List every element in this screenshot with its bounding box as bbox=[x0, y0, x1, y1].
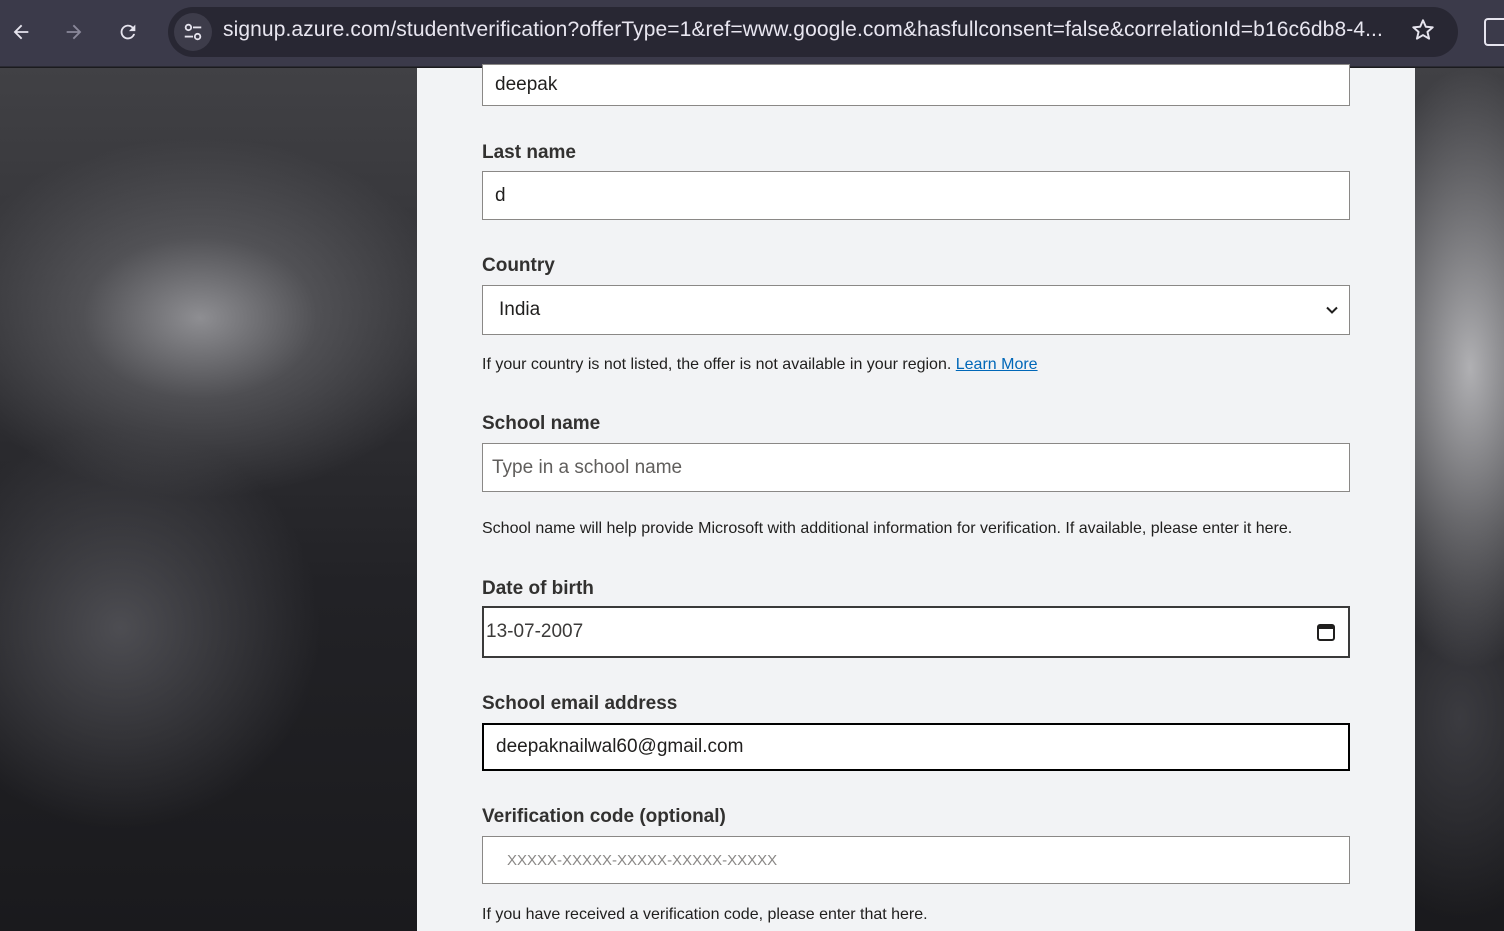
school-email-value: deepaknailwal60@gmail.com bbox=[496, 736, 744, 757]
tune-icon bbox=[184, 23, 202, 41]
star-icon bbox=[1412, 19, 1434, 40]
arrow-left-icon bbox=[13, 24, 29, 40]
school-email-input[interactable]: deepaknailwal60@gmail.com bbox=[482, 723, 1350, 771]
calendar-icon[interactable] bbox=[1316, 622, 1336, 642]
school-name-helper: School name will help provide Microsoft … bbox=[482, 520, 1293, 537]
school-name-input[interactable]: Type in a school name bbox=[482, 443, 1350, 492]
country-select[interactable]: India bbox=[482, 285, 1350, 335]
last-name-value: d bbox=[495, 184, 506, 206]
verification-code-label: Verification code (optional) bbox=[482, 806, 726, 827]
school-email-label: School email address bbox=[482, 693, 678, 714]
country-helper-text: If your country is not listed, the offer… bbox=[482, 356, 952, 373]
country-helper: If your country is not listed, the offer… bbox=[482, 356, 1038, 374]
forward-button[interactable] bbox=[56, 14, 92, 50]
reload-button[interactable] bbox=[110, 14, 146, 50]
last-name-label: Last name bbox=[482, 142, 576, 163]
dob-value: 13-07-2007 bbox=[486, 621, 584, 642]
arrow-right-icon bbox=[66, 24, 82, 40]
verification-code-helper: If you have received a verification code… bbox=[482, 906, 928, 923]
learn-more-link[interactable]: Learn More bbox=[956, 356, 1038, 373]
country-label: Country bbox=[482, 255, 555, 276]
verification-code-placeholder: XXXXX-XXXXX-XXXXX-XXXXX-XXXXX bbox=[507, 851, 778, 869]
dob-input[interactable]: 13-07-2007 bbox=[482, 606, 1350, 658]
reload-icon bbox=[120, 24, 136, 40]
school-name-placeholder: Type in a school name bbox=[492, 456, 683, 478]
country-selected-value: India bbox=[499, 299, 541, 320]
first-name-value: deepak bbox=[495, 74, 558, 95]
extensions-icon[interactable] bbox=[1484, 18, 1504, 46]
dob-label: Date of birth bbox=[482, 578, 594, 599]
student-verification-form: deepak Last name d Country India If your… bbox=[417, 64, 1415, 931]
school-name-label: School name bbox=[482, 413, 601, 434]
last-name-input[interactable]: d bbox=[482, 171, 1350, 220]
address-bar[interactable]: signup.azure.com/studentverification?off… bbox=[168, 7, 1458, 57]
back-button[interactable] bbox=[3, 14, 39, 50]
site-info-button[interactable] bbox=[174, 13, 212, 51]
bookmark-button[interactable] bbox=[1408, 17, 1438, 47]
first-name-input[interactable]: deepak bbox=[482, 64, 1350, 106]
verification-code-input[interactable]: XXXXX-XXXXX-XXXXX-XXXXX-XXXXX bbox=[482, 836, 1350, 884]
browser-toolbar: signup.azure.com/studentverification?off… bbox=[0, 0, 1504, 67]
chevron-down-icon bbox=[1326, 306, 1338, 314]
url-text[interactable]: signup.azure.com/studentverification?off… bbox=[223, 18, 1398, 42]
